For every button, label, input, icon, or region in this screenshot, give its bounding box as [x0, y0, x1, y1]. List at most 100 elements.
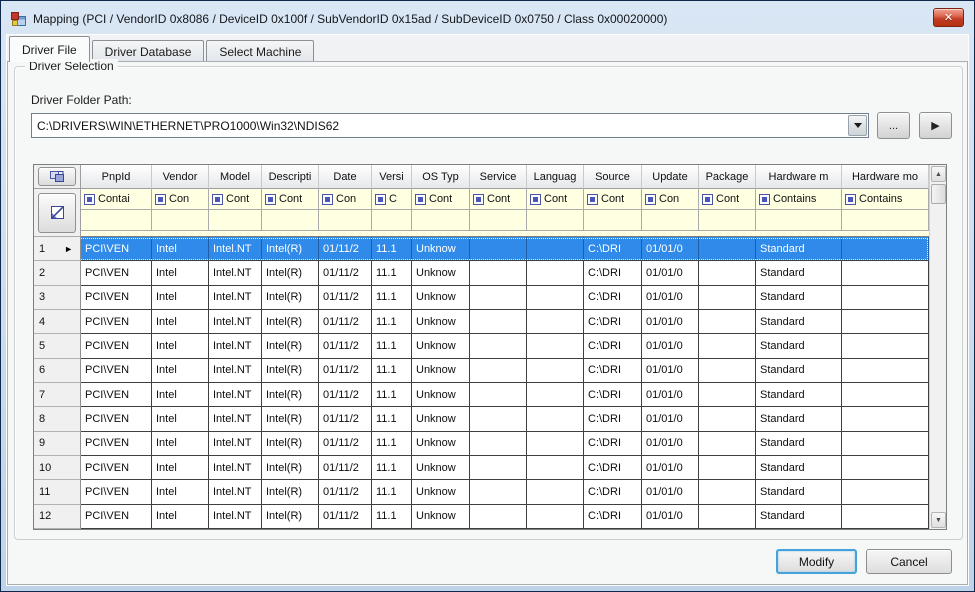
cell-descripti[interactable]: Intel(R): [262, 359, 319, 383]
cell-source[interactable]: C:\DRI: [584, 261, 642, 285]
cell-service[interactable]: [470, 432, 527, 456]
cell-pnpid[interactable]: PCI\VEN: [81, 334, 152, 358]
cell-pnpid[interactable]: PCI\VEN: [81, 456, 152, 480]
cell-versi[interactable]: 11.1: [372, 505, 412, 529]
filter-cell-descripti[interactable]: Cont: [262, 189, 319, 210]
cell-date[interactable]: 01/11/2: [319, 261, 372, 285]
cell-hardware-m[interactable]: Standard: [756, 480, 842, 504]
filter-cell-source[interactable]: Cont: [584, 189, 642, 210]
filter-cell-os-typ[interactable]: Cont: [412, 189, 470, 210]
cell-package[interactable]: [699, 237, 756, 261]
cell-model[interactable]: Intel.NT: [209, 456, 262, 480]
filter-checkbox-icon[interactable]: [759, 194, 770, 205]
cell-source[interactable]: C:\DRI: [584, 334, 642, 358]
cell-model[interactable]: Intel.NT: [209, 480, 262, 504]
cell-os-typ[interactable]: Unknow: [412, 334, 470, 358]
cell-hardware-mo[interactable]: [842, 310, 929, 334]
table-row[interactable]: 2PCI\VENIntelIntel.NTIntel(R)01/11/211.1…: [34, 261, 929, 285]
cell-source[interactable]: C:\DRI: [584, 237, 642, 261]
row-header[interactable]: 10: [34, 456, 81, 480]
cell-service[interactable]: [470, 480, 527, 504]
cell-descripti[interactable]: Intel(R): [262, 505, 319, 529]
cell-hardware-mo[interactable]: [842, 237, 929, 261]
cell-os-typ[interactable]: Unknow: [412, 359, 470, 383]
cell-update[interactable]: 01/01/0: [642, 383, 699, 407]
cell-service[interactable]: [470, 383, 527, 407]
cell-update[interactable]: 01/01/0: [642, 456, 699, 480]
column-header-package[interactable]: Package: [699, 165, 756, 189]
cell-source[interactable]: C:\DRI: [584, 505, 642, 529]
cell-versi[interactable]: 11.1: [372, 480, 412, 504]
cell-os-typ[interactable]: Unknow: [412, 383, 470, 407]
cell-hardware-mo[interactable]: [842, 505, 929, 529]
column-header-source[interactable]: Source: [584, 165, 642, 189]
cell-vendor[interactable]: Intel: [152, 334, 209, 358]
filter-value-cell-vendor[interactable]: [152, 210, 209, 231]
row-header[interactable]: 5: [34, 334, 81, 358]
cell-descripti[interactable]: Intel(R): [262, 237, 319, 261]
cell-date[interactable]: 01/11/2: [319, 480, 372, 504]
cell-hardware-m[interactable]: Standard: [756, 359, 842, 383]
filter-cell-pnpid[interactable]: Contai: [81, 189, 152, 210]
row-header[interactable]: 1►: [34, 237, 81, 261]
field-chooser-button[interactable]: [38, 167, 76, 186]
cell-vendor[interactable]: Intel: [152, 237, 209, 261]
cell-source[interactable]: C:\DRI: [584, 480, 642, 504]
cell-package[interactable]: [699, 334, 756, 358]
row-header[interactable]: 4: [34, 310, 81, 334]
title-bar[interactable]: Mapping (PCI / VendorID 0x8086 / DeviceI…: [5, 5, 970, 33]
cell-versi[interactable]: 11.1: [372, 261, 412, 285]
cell-hardware-mo[interactable]: [842, 334, 929, 358]
cell-package[interactable]: [699, 310, 756, 334]
cell-vendor[interactable]: Intel: [152, 383, 209, 407]
filter-checkbox-icon[interactable]: [322, 194, 333, 205]
filter-cell-model[interactable]: Cont: [209, 189, 262, 210]
cell-date[interactable]: 01/11/2: [319, 310, 372, 334]
cell-date[interactable]: 01/11/2: [319, 456, 372, 480]
cell-languag[interactable]: [527, 237, 584, 261]
cell-os-typ[interactable]: Unknow: [412, 432, 470, 456]
filter-value-cell-versi[interactable]: [372, 210, 412, 231]
cell-languag[interactable]: [527, 261, 584, 285]
cell-hardware-mo[interactable]: [842, 286, 929, 310]
cell-model[interactable]: Intel.NT: [209, 310, 262, 334]
cell-descripti[interactable]: Intel(R): [262, 383, 319, 407]
cell-os-typ[interactable]: Unknow: [412, 407, 470, 431]
column-header-pnpid[interactable]: PnpId: [81, 165, 152, 189]
cell-hardware-m[interactable]: Standard: [756, 456, 842, 480]
cell-languag[interactable]: [527, 359, 584, 383]
cell-descripti[interactable]: Intel(R): [262, 334, 319, 358]
filter-cell-package[interactable]: Cont: [699, 189, 756, 210]
cell-languag[interactable]: [527, 432, 584, 456]
cell-descripti[interactable]: Intel(R): [262, 261, 319, 285]
filter-checkbox-icon[interactable]: [530, 194, 541, 205]
filter-checkbox-icon[interactable]: [845, 194, 856, 205]
clear-filter-button[interactable]: [38, 193, 76, 233]
cell-model[interactable]: Intel.NT: [209, 359, 262, 383]
cell-date[interactable]: 01/11/2: [319, 334, 372, 358]
column-header-update[interactable]: Update: [642, 165, 699, 189]
cell-os-typ[interactable]: Unknow: [412, 480, 470, 504]
scroll-down-button[interactable]: ▼: [931, 512, 946, 528]
cell-model[interactable]: Intel.NT: [209, 237, 262, 261]
filter-checkbox-icon[interactable]: [375, 194, 386, 205]
cell-model[interactable]: Intel.NT: [209, 261, 262, 285]
table-row[interactable]: 5PCI\VENIntelIntel.NTIntel(R)01/11/211.1…: [34, 334, 929, 358]
cancel-button[interactable]: Cancel: [866, 549, 952, 574]
load-drivers-button[interactable]: ▶: [919, 112, 952, 139]
cell-source[interactable]: C:\DRI: [584, 286, 642, 310]
cell-package[interactable]: [699, 505, 756, 529]
column-header-languag[interactable]: Languag: [527, 165, 584, 189]
cell-descripti[interactable]: Intel(R): [262, 456, 319, 480]
cell-service[interactable]: [470, 261, 527, 285]
cell-vendor[interactable]: Intel: [152, 456, 209, 480]
filter-checkbox-icon[interactable]: [415, 194, 426, 205]
cell-descripti[interactable]: Intel(R): [262, 480, 319, 504]
cell-languag[interactable]: [527, 286, 584, 310]
filter-value-cell-source[interactable]: [584, 210, 642, 231]
row-header[interactable]: 2: [34, 261, 81, 285]
cell-update[interactable]: 01/01/0: [642, 237, 699, 261]
cell-date[interactable]: 01/11/2: [319, 505, 372, 529]
cell-pnpid[interactable]: PCI\VEN: [81, 432, 152, 456]
cell-update[interactable]: 01/01/0: [642, 480, 699, 504]
